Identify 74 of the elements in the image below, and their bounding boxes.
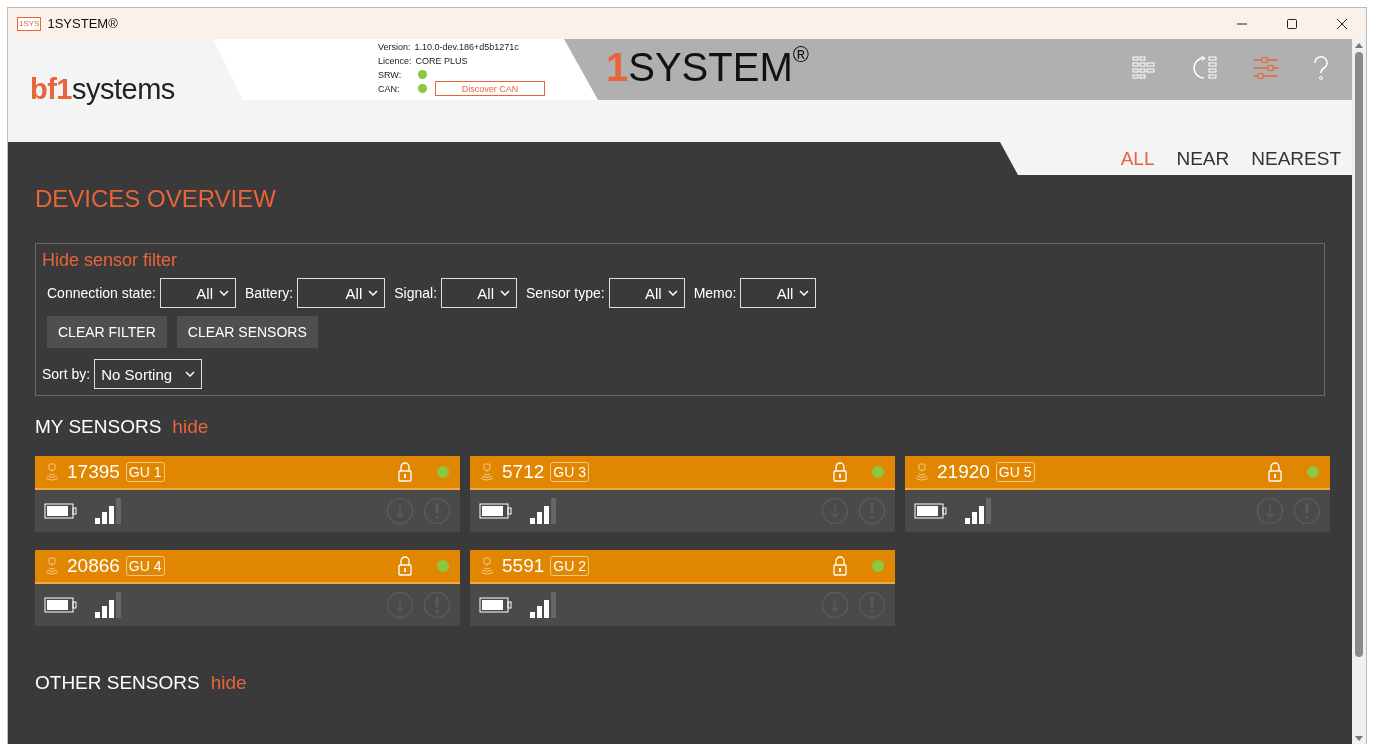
sensor-id: 5712 [502,461,545,483]
sensor-id: 17395 [67,461,120,483]
group-badge: GU 4 [125,556,165,576]
help-icon[interactable] [1312,55,1330,81]
sensor-icon [480,557,494,575]
lock-icon[interactable] [833,462,847,482]
filter-label: Memo: [693,285,737,301]
section-title: MY SENSORS [35,416,162,438]
chevron-down-icon [218,290,229,296]
info-label: Licence: [378,55,412,66]
tab[interactable]: NEAREST [1251,148,1341,170]
close-icon[interactable] [1336,17,1348,30]
lock-icon[interactable] [398,462,412,482]
chevron-down-icon [500,290,511,296]
filter-dropdown[interactable]: All [608,278,685,308]
chevron-down-icon [185,371,196,377]
battery-icon [44,597,78,613]
maximize-icon[interactable] [1286,17,1298,30]
company-logo: bf1systems [30,73,175,106]
discover-can-button[interactable]: Discover CAN [435,81,545,96]
filter-label: Sensor type: [526,285,605,301]
chevron-down-icon [799,290,810,296]
info-label: Version: [378,41,411,52]
page-title: DEVICES OVERVIEW [35,185,277,213]
group-badge: GU 3 [550,462,589,482]
chevron-down-icon [368,290,379,296]
scroll-down-icon[interactable] [1355,736,1363,742]
refresh-list-icon[interactable] [1192,55,1220,81]
window-title: 1SYSTEM® [47,16,118,31]
sensor-icon [45,463,59,481]
sensor-id: 5591 [502,555,545,577]
group-badge: GU 2 [550,556,589,576]
app-icon: 1SYS [17,16,42,31]
sensor-id: 20866 [67,555,120,577]
sort-label: Sort by: [42,366,91,382]
signal-icon [530,498,558,524]
version-text: 1.10.0-dev.186+d5b1271c [414,41,519,52]
lock-icon[interactable] [833,556,847,576]
filter-dropdown[interactable]: All [159,278,236,308]
filter-dropdown[interactable]: All [441,278,518,308]
sensor-id: 21920 [937,461,990,483]
filter-label: Signal: [394,285,438,301]
filter-dropdown[interactable]: All [297,278,386,308]
clear-button[interactable]: CLEAR FILTER [47,316,167,348]
battery-icon [914,503,948,519]
filter-dropdown[interactable]: All [740,278,817,308]
battery-icon [44,503,78,519]
section-title: OTHER SENSORS [35,672,200,694]
scrollbar[interactable] [1352,39,1366,744]
product-logo: 1SYSTEM$^{®}$ [606,47,809,87]
info-label: SRW: [378,69,403,80]
signal-icon [965,498,993,524]
info-label: CAN: [378,83,401,94]
group-badge: GU 5 [995,462,1035,482]
battery-icon [479,503,513,519]
clear-button[interactable]: CLEAR SENSORS [176,316,318,348]
licence-text: CORE PLUS [415,55,468,66]
signal-icon [95,592,123,618]
sensor-icon [480,463,494,481]
sensor-icon [45,557,59,575]
lock-icon[interactable] [1268,462,1282,482]
tab[interactable]: NEAR [1176,148,1230,170]
lock-icon[interactable] [398,556,412,576]
sensor-icon [915,463,929,481]
settings-icon[interactable] [1252,56,1280,80]
signal-icon [95,498,123,524]
filter-label: Battery: [244,285,294,301]
filter-label: Connection state: [47,285,156,301]
group-badge: GU 1 [125,462,165,482]
battery-icon [479,597,513,613]
sort-dropdown[interactable]: No Sorting [94,359,203,389]
chevron-down-icon [667,290,678,296]
scroll-up-icon[interactable] [1355,42,1363,48]
signal-icon [530,592,558,618]
